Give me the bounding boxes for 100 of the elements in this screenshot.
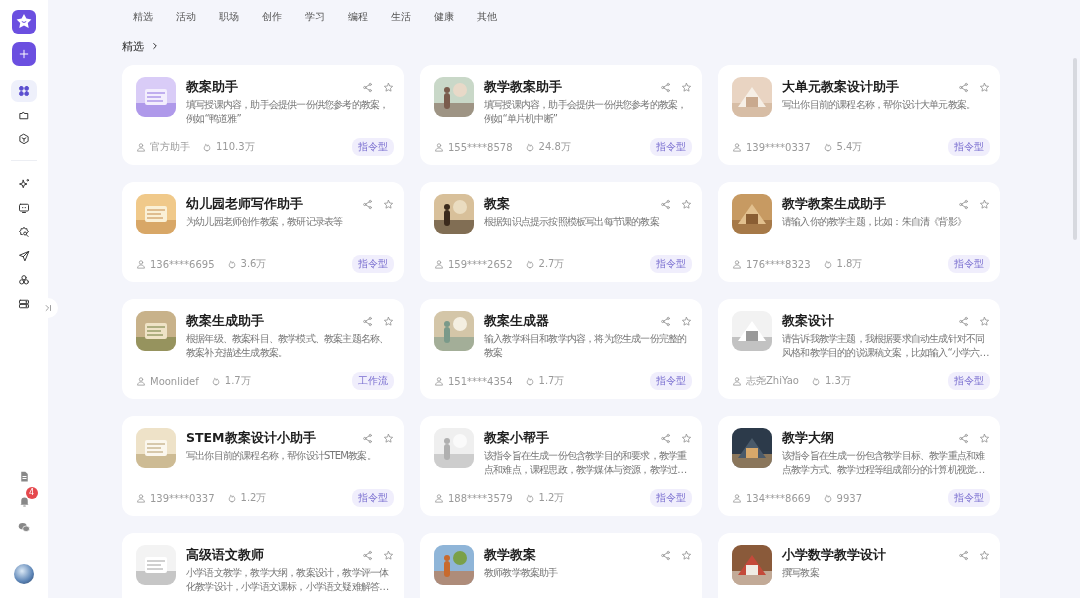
star-icon [979, 315, 990, 327]
assistant-card[interactable]: 教案生成助手 根据年级、教案科目、教学模式、教案主题名称、教案补充描述生成教案。 Moonlidef 1.7万 工作流 [122, 299, 404, 399]
collapse-icon [43, 303, 53, 313]
share-icon [958, 198, 969, 210]
nav-button[interactable] [11, 80, 37, 102]
avatar[interactable] [14, 564, 34, 584]
star-icon [383, 432, 394, 444]
assistant-card[interactable]: 教案助手 填写授课内容，助手会提供一份供您参考的教案，例如“鸭道雅” 官方助手 110.3万 指令型 [122, 65, 404, 165]
create-button[interactable] [12, 42, 36, 66]
app-logo[interactable] [12, 10, 36, 34]
assistant-card[interactable]: 幼儿园老师写作助手 为幼儿园老师创作教案，教研记录表等 136****6695 3.6万 指令型 [122, 182, 404, 282]
user-icon [136, 376, 146, 386]
assistant-card[interactable]: 教学教案生成助手 请输入你的教学主题，比如：朱自清《背影》 176****8323 1.8万 指令型 [718, 182, 1000, 282]
card-description: 填写授课内容，助手会提供一份供您参考的教案，例如“单片机中断” [484, 98, 688, 126]
category-tab[interactable]: 精选 [133, 8, 153, 24]
circles-icon [18, 274, 30, 286]
assistant-card[interactable]: 小学数学教学设计 撰写教案 [718, 533, 1000, 598]
type-tag: 指令型 [948, 372, 990, 390]
user-icon [732, 142, 742, 152]
author-name: 159****2652 [448, 258, 513, 270]
card-title: 教案助手 [186, 78, 239, 96]
card-title: 高级语文教师 [186, 546, 265, 564]
assistant-card[interactable]: 教案小帮手 该指令旨在生成一份包含教学目的和要求，教学重点和难点，课程思政，教学媒体与资源，教学过… 188****3579 1.2万 指令型 [420, 416, 702, 516]
assistant-card[interactable]: 教案生成器 输入教学科目和教学内容，将为您生成一份完整的教案 151****4354 1.7万 指令型 [420, 299, 702, 399]
card-title: 大单元教案设计助手 [782, 78, 900, 96]
author-name: 官方助手 [150, 140, 190, 154]
star-icon [383, 198, 394, 210]
type-tag: 指令型 [650, 489, 692, 507]
user-icon [434, 493, 444, 503]
author-name: 134****8669 [746, 492, 811, 504]
assistant-card[interactable]: 教学教案助手 填写授课内容，助手会提供一份供您参考的教案，例如“单片机中断” 155****8578 24.8万 指令型 [420, 65, 702, 165]
card-description: 根据知识点提示按照模板写出每节课的教案 [484, 215, 661, 229]
type-tag: 工作流 [352, 372, 394, 390]
sparkle-icon [18, 178, 30, 190]
card-description: 该指令旨在生成一份包含教学目的和要求，教学重点和难点，课程思政，教学媒体与资源，教学过… [484, 449, 688, 477]
chat-screen-icon [18, 202, 30, 214]
category-tab[interactable]: 其他 [477, 8, 497, 24]
author-name: 151****4354 [448, 375, 513, 387]
category-tab[interactable]: 编程 [348, 8, 368, 24]
category-tab[interactable]: 活动 [176, 8, 196, 24]
card-title: STEM教案设计小助手 [186, 429, 317, 447]
user-icon [136, 259, 146, 269]
storage-icon [18, 298, 30, 310]
cube-icon [18, 133, 30, 145]
author-name: 139****0337 [746, 141, 811, 153]
usage-count: 1.7万 [538, 374, 565, 388]
assistant-card[interactable]: 大单元教案设计助手 写出你目前的课程名称，帮你设计大单元教案。 139****0337 5.4万 指令型 [718, 65, 1000, 165]
star-icon [383, 81, 394, 93]
card-title: 小学数学教学设计 [782, 546, 887, 564]
type-tag: 指令型 [948, 255, 990, 273]
usage-count: 5.4万 [836, 140, 863, 154]
assistant-card[interactable]: 高级语文教师 小学语文教学，教学大纲，教案设计，教学评一体化教学设计，小学语文课标，小学语文疑难解答… [122, 533, 404, 598]
card-description: 输入教学科目和教学内容，将为您生成一份完整的教案 [484, 332, 688, 360]
card-description: 填写授课内容，助手会提供一份供您参考的教案，例如“鸭道雅” [186, 98, 390, 126]
usage-count: 1.7万 [224, 374, 251, 388]
card-description: 该指令旨在生成一份包含教学目标、教学重点和难点教学方式、教学过程等组成部分的计算机视觉… [782, 449, 986, 477]
card-description: 教师教学教案助手 [484, 566, 559, 580]
assistant-card[interactable]: STEM教案设计小助手 写出你目前的课程名称，帮你设计STEM教案。 139****0337 1.2万 指令型 [122, 416, 404, 516]
share-icon [660, 198, 671, 210]
category-tab[interactable]: 创作 [262, 8, 282, 24]
usage-count: 24.8万 [538, 140, 571, 154]
user-icon [732, 376, 742, 386]
send-icon [18, 250, 30, 262]
usage-count: 2.7万 [538, 257, 565, 271]
star-icon [979, 549, 990, 561]
category-tab[interactable]: 职场 [219, 8, 239, 24]
share-icon [660, 81, 671, 93]
category-tab[interactable]: 健康 [434, 8, 454, 24]
card-description: 根据年级、教案科目、教学模式、教案主题名称、教案补充描述生成教案。 [186, 332, 390, 360]
assistant-card[interactable]: 教案 根据知识点提示按照模板写出每节课的教案 159****2652 2.7万 指令型 [420, 182, 702, 282]
type-tag: 指令型 [948, 138, 990, 156]
card-description: 写出你目前的课程名称，帮你设计大单元教案。 [782, 98, 977, 112]
category-tab[interactable]: 生活 [391, 8, 411, 24]
usage-count: 3.6万 [240, 257, 267, 271]
card-title: 教案生成器 [484, 312, 550, 330]
type-tag: 指令型 [352, 138, 394, 156]
type-tag: 指令型 [352, 255, 394, 273]
share-icon [660, 315, 671, 327]
card-description: 撰写教案 [782, 566, 821, 580]
assistant-card[interactable]: 教案设计 请告诉我教学主题，我根据要求自动生成针对不同风格和教学目的的说课稿文案，比如输入“小学六… 志尧ZhiYao 1.3万 指令型 [718, 299, 1000, 399]
notification-badge: 4 [25, 487, 38, 499]
share-icon [660, 549, 671, 561]
author-name: 176****8323 [746, 258, 811, 270]
gear-search-icon [18, 226, 30, 238]
plus-icon [18, 48, 30, 60]
share-icon [958, 432, 969, 444]
star-icon [383, 315, 394, 327]
type-tag: 指令型 [650, 255, 692, 273]
card-description: 请输入你的教学主题，比如：朱自清《背影》 [782, 215, 967, 229]
assistant-card[interactable]: 教学教案 教师教学教案助手 [420, 533, 702, 598]
assistant-card[interactable]: 教学大纲 该指令旨在生成一份包含教学目标、教学重点和难点教学方式、教学过程等组成部分的计算机视觉… 134****8669 9937 指令型 [718, 416, 1000, 516]
share-icon [362, 315, 373, 327]
card-description: 为幼儿园老师创作教案，教研记录表等 [186, 215, 344, 229]
section-title[interactable]: 精选 [122, 38, 144, 54]
star-icon [681, 198, 692, 210]
author-name: Moonlidef [150, 375, 199, 387]
card-description: 请告诉我教学主题，我根据要求自动生成针对不同风格和教学目的的说课稿文案，比如输入“小学六… [782, 332, 990, 360]
category-tab[interactable]: 学习 [305, 8, 325, 24]
share-icon [958, 81, 969, 93]
star-icon [681, 432, 692, 444]
